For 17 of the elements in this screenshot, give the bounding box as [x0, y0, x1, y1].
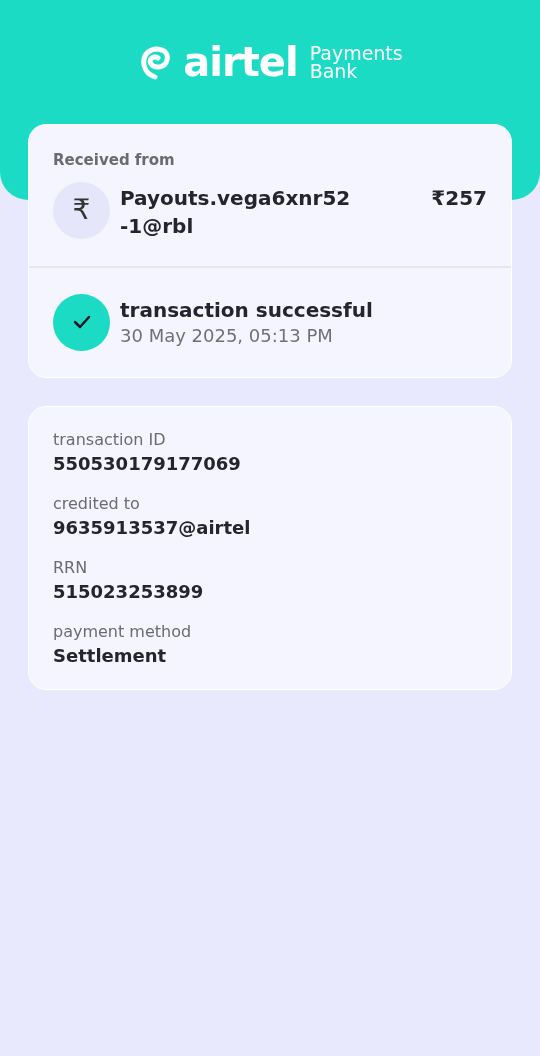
detail-value: Settlement: [53, 643, 168, 668]
section-label: Received from: [53, 150, 176, 171]
amount: ₹257: [431, 184, 487, 212]
rupee-avatar: ₹: [53, 181, 110, 239]
status-title: transaction successful: [120, 297, 373, 324]
logo-text: Bank: [309, 62, 358, 80]
detail-label: RRN: [53, 556, 89, 579]
detail-value: 550530179177069: [53, 451, 242, 476]
detail-label: transaction ID: [53, 428, 167, 451]
payer-id: Payouts.vega6xnr52 -1@rbl: [120, 184, 352, 240]
detail-value: 9635913537@airtel: [53, 515, 252, 540]
detail-label: credited to: [53, 492, 141, 515]
logo-text: airtel: [183, 42, 298, 82]
logo-text: Payments: [309, 44, 403, 62]
detail-label: payment method: [53, 620, 193, 643]
transaction-time: 30 May 2025, 05:13 PM: [120, 324, 334, 348]
detail-value: 515023253899: [53, 579, 205, 604]
